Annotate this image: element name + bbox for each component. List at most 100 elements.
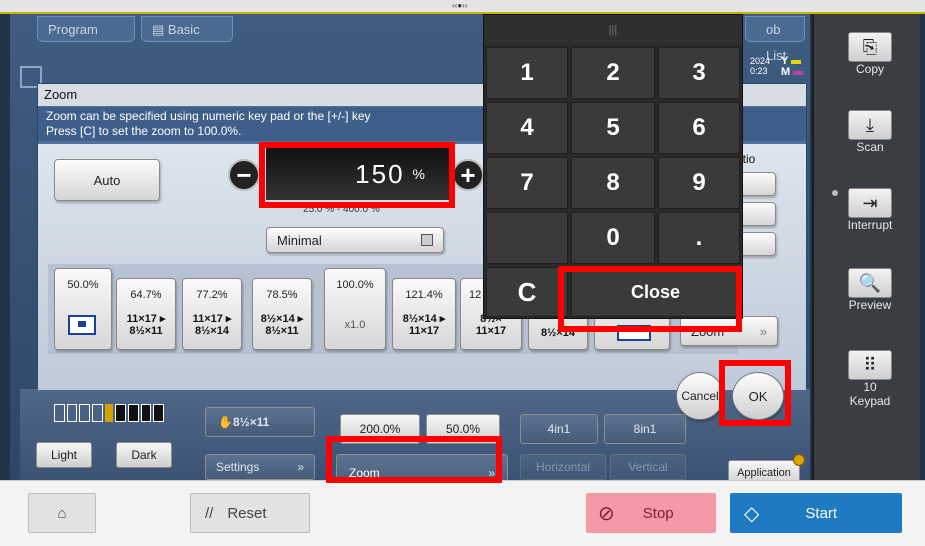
key-1-label: 1 <box>520 59 534 86</box>
auto-button[interactable]: Auto <box>54 159 160 201</box>
key-7[interactable]: 7 <box>486 157 568 209</box>
key-3[interactable]: 3 <box>658 47 740 99</box>
key-0[interactable]: 0 <box>571 212 655 264</box>
ok-button[interactable]: OK <box>732 372 784 420</box>
keypad-drag-handle[interactable]: ||| <box>484 15 742 45</box>
stop-icon: ⊘ <box>598 502 615 525</box>
key-5[interactable]: 5 <box>571 102 655 154</box>
key-blank <box>486 212 568 264</box>
dialog-zoom-label: Zoom <box>691 323 725 339</box>
numeric-keypad: ||| 1 2 3 4 5 6 7 8 9 0 . C Close <box>483 14 743 319</box>
tab-basic[interactable]: ▤ Basic <box>141 16 233 42</box>
preview-label: Preview <box>848 298 892 312</box>
4in1-button[interactable]: 4in1 <box>520 414 598 444</box>
interrupt-button[interactable]: ⇥ Interrupt <box>823 188 917 232</box>
zoom-value-display[interactable]: 150% <box>266 148 449 200</box>
key-9[interactable]: 9 <box>658 157 740 209</box>
preset-77-2[interactable]: 77.2% 11×17 ▸ 8½×14 <box>182 278 242 350</box>
horizontal-button[interactable]: Horizontal <box>520 454 606 480</box>
checkbox-icon <box>421 234 433 246</box>
copy-icon: ⎘ <box>848 32 892 62</box>
toner-indicator: Y M <box>781 56 804 78</box>
horizontal-label: Horizontal <box>535 460 591 474</box>
vertical-button[interactable]: Vertical <box>610 454 686 480</box>
key-8[interactable]: 8 <box>571 157 655 209</box>
start-button[interactable]: ◇ Start <box>730 493 902 533</box>
zoom-plus-button[interactable]: + <box>452 159 484 191</box>
zoom-200-button[interactable]: 200.0% <box>340 414 420 444</box>
minus-icon: − <box>236 159 252 190</box>
dialog-zoom-button[interactable]: Zoom » <box>680 316 778 346</box>
tab-program[interactable]: Program <box>37 16 135 42</box>
preset-pct: 77.2% <box>196 289 228 301</box>
preset-pct: 78.5% <box>266 289 298 301</box>
key-0-label: 0 <box>606 224 620 251</box>
reset-label: Reset <box>227 504 267 522</box>
dark-label: Dark <box>131 448 157 462</box>
ok-label: OK <box>748 388 768 404</box>
light-label: Light <box>50 448 78 462</box>
reset-button[interactable]: // Reset <box>190 493 310 533</box>
preset-pct: 100.0% <box>336 279 374 291</box>
page-icon <box>617 325 651 341</box>
close-key[interactable]: Close <box>571 267 740 317</box>
zoom-unit: % <box>412 166 427 182</box>
preset-100[interactable]: 100.0% x1.0 <box>324 268 386 350</box>
keypad-button[interactable]: ⠿ 10 Keypad <box>823 350 917 408</box>
start-label: Start <box>805 504 838 522</box>
paper-button[interactable]: ✋ 8½×11 <box>205 407 315 437</box>
clock-time: 0:23 <box>750 66 768 76</box>
settings-label: Settings <box>216 460 260 474</box>
footer: ⌂ // Reset ⊘ Stop ◇ Start <box>0 480 925 546</box>
zoom-50-button[interactable]: 50.0% <box>426 414 500 444</box>
light-button[interactable]: Light <box>36 442 92 468</box>
tab-job-list[interactable]: ob List <box>745 16 805 63</box>
preset-pct: 121.4% <box>405 289 443 301</box>
stop-label: Stop <box>642 504 674 522</box>
scan-label: Scan <box>856 140 884 154</box>
copy-button[interactable]: ⎘ Copy <box>823 32 917 76</box>
preset-paper: 11×17 ▸ 8½×11 <box>126 313 166 337</box>
keypad-label: Keypad <box>849 394 891 408</box>
interrupt-icon: ⇥ <box>848 188 892 218</box>
zoom-button-label: Zoom <box>349 466 380 480</box>
key-2[interactable]: 2 <box>571 47 655 99</box>
home-button[interactable]: ⌂ <box>28 493 96 533</box>
chevron-right-icon: » <box>488 466 495 480</box>
preset-paper: 8½×14 ▸ 8½×11 <box>260 313 304 337</box>
scan-button[interactable]: ⤓ Scan <box>823 110 917 154</box>
vertical-label: Vertical <box>628 460 668 474</box>
paper-label: 8½×11 <box>232 415 270 429</box>
key-6[interactable]: 6 <box>658 102 740 154</box>
drag-handle-icon[interactable]: ‹‹●›› <box>452 1 468 10</box>
interrupt-label: Interrupt <box>847 218 893 232</box>
stop-button[interactable]: ⊘ Stop <box>586 493 716 533</box>
zoom-value: 150 <box>355 158 405 189</box>
key-7-label: 7 <box>520 169 534 196</box>
8in1-button[interactable]: 8in1 <box>604 414 686 444</box>
dark-button[interactable]: Dark <box>116 442 172 468</box>
8in1-label: 8in1 <box>633 422 657 436</box>
key-1[interactable]: 1 <box>486 47 568 99</box>
preset-78-5[interactable]: 78.5% 8½×14 ▸ 8½×11 <box>252 278 312 350</box>
zoom-200-label: 200.0% <box>359 422 401 436</box>
preview-button[interactable]: 🔍 Preview <box>823 268 917 312</box>
clear-key[interactable]: C <box>486 267 568 317</box>
preset-121-4[interactable]: 121.4% 8½×14 ▸ 11×17 <box>392 278 456 350</box>
settings-button[interactable]: Settings » <box>205 454 315 480</box>
minimal-button[interactable]: Minimal <box>266 227 444 253</box>
preset-50[interactable]: 50.0% <box>54 268 112 350</box>
density-scale[interactable] <box>54 404 165 422</box>
zoom-minus-button[interactable]: − <box>228 159 260 191</box>
preset-paper: 11×17 ▸ 8½×14 <box>192 313 232 337</box>
start-icon: ◇ <box>744 502 760 525</box>
preset-64-7[interactable]: 64.7% 11×17 ▸ 8½×11 <box>116 278 176 350</box>
key-dot-label: . <box>695 224 703 251</box>
key-dot[interactable]: . <box>658 212 740 264</box>
close-key-label: Close <box>630 281 681 302</box>
key-4[interactable]: 4 <box>486 102 568 154</box>
cancel-button[interactable]: Cancel <box>676 372 724 420</box>
keypad-count: 10 <box>863 380 877 394</box>
tab-basic-label: Basic <box>167 22 200 37</box>
basic-icon: ▤ <box>152 22 168 37</box>
